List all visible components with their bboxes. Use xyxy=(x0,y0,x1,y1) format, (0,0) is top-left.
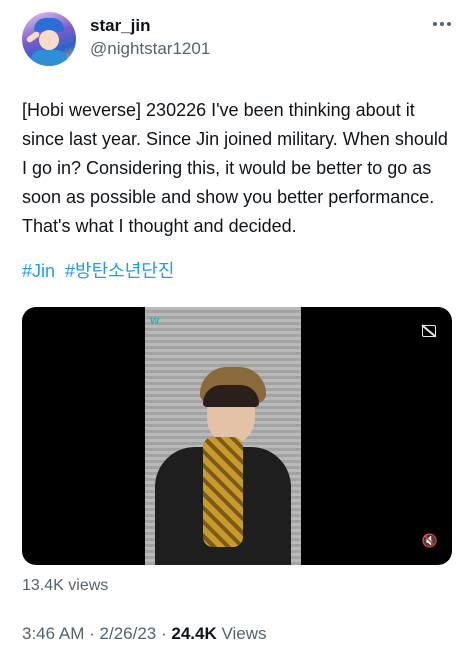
tweet-time[interactable]: 3:46 AM xyxy=(22,624,84,643)
hashtag-jin[interactable]: #Jin xyxy=(22,261,55,281)
tweet-date[interactable]: 2/26/23 xyxy=(100,624,157,643)
tweet-text: [Hobi weverse] 230226 I've been thinking… xyxy=(22,100,448,236)
tweet-header: star_jin @nightstar1201 xyxy=(22,12,454,68)
hashtag-bts-jin[interactable]: #방탄소년단진 xyxy=(65,261,174,281)
views-label: Views xyxy=(221,624,267,643)
user-handle[interactable]: @nightstar1201 xyxy=(90,39,210,59)
weverse-logo: w xyxy=(150,313,160,327)
more-options-icon[interactable] xyxy=(430,12,454,36)
captions-off-icon[interactable] xyxy=(422,325,436,337)
meta-separator: · xyxy=(160,624,167,643)
views-count[interactable]: 24.4K xyxy=(171,624,216,643)
avatar[interactable] xyxy=(22,12,76,66)
video-view-count: 13.4K views xyxy=(22,577,109,594)
tweet-meta: 3:46 AM · 2/26/23 · 24.4K Views xyxy=(22,624,267,644)
hashtag-row: #Jin #방탄소년단진 xyxy=(22,257,179,286)
display-name[interactable]: star_jin xyxy=(90,16,150,36)
meta-separator: · xyxy=(89,624,95,643)
mute-icon[interactable]: 🔇 xyxy=(422,534,438,549)
video-player[interactable]: w 🔇 xyxy=(22,307,452,565)
video-frame xyxy=(145,307,301,565)
